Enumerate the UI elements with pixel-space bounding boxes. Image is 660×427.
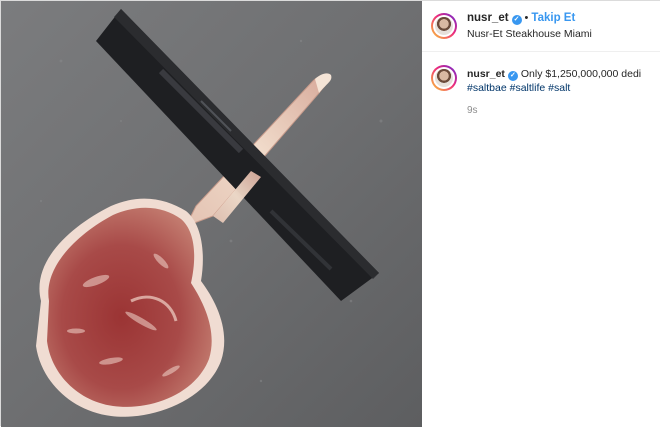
- hashtag-link[interactable]: #saltbae: [467, 82, 507, 94]
- caption-avatar[interactable]: [431, 65, 457, 91]
- comment-timestamp[interactable]: 9s: [467, 105, 478, 116]
- caption-avatar-image: [435, 69, 453, 87]
- header-separator: •: [524, 12, 529, 24]
- instagram-post: nusr_et ✓ • Takip Et Nusr-Et Steakhouse Mia…: [0, 0, 660, 427]
- steak-taped-photo: [1, 1, 422, 427]
- header-user-line: nusr_et ✓ • Takip Et: [467, 12, 575, 25]
- caption-text-block: nusr_et ✓ Only $1,250,000,000 dedi #saltb…: [467, 67, 653, 95]
- caption-avatar-ring: [433, 67, 455, 89]
- post-image[interactable]: [1, 1, 422, 427]
- header-username[interactable]: nusr_et: [467, 12, 509, 24]
- verified-badge-icon: ✓: [511, 15, 522, 25]
- profile-avatar[interactable]: [431, 13, 457, 39]
- avatar-ring: [433, 15, 455, 37]
- verified-badge-icon: ✓: [507, 71, 518, 81]
- hashtag-link[interactable]: #salt: [548, 82, 570, 94]
- post-header: nusr_et ✓ • Takip Et Nusr-Et Steakhouse Mia…: [422, 1, 660, 52]
- post-location[interactable]: Nusr-Et Steakhouse Miami: [467, 28, 592, 40]
- caption-username[interactable]: nusr_et: [467, 68, 505, 80]
- caption-text: Only $1,250,000,000 dedi: [520, 68, 642, 80]
- follow-button[interactable]: Takip Et: [531, 12, 575, 24]
- avatar-image: [435, 17, 453, 35]
- hashtag-link[interactable]: #saltlife: [510, 82, 546, 94]
- post-sidebar: nusr_et ✓ • Takip Et Nusr-Et Steakhouse Mia…: [422, 1, 660, 427]
